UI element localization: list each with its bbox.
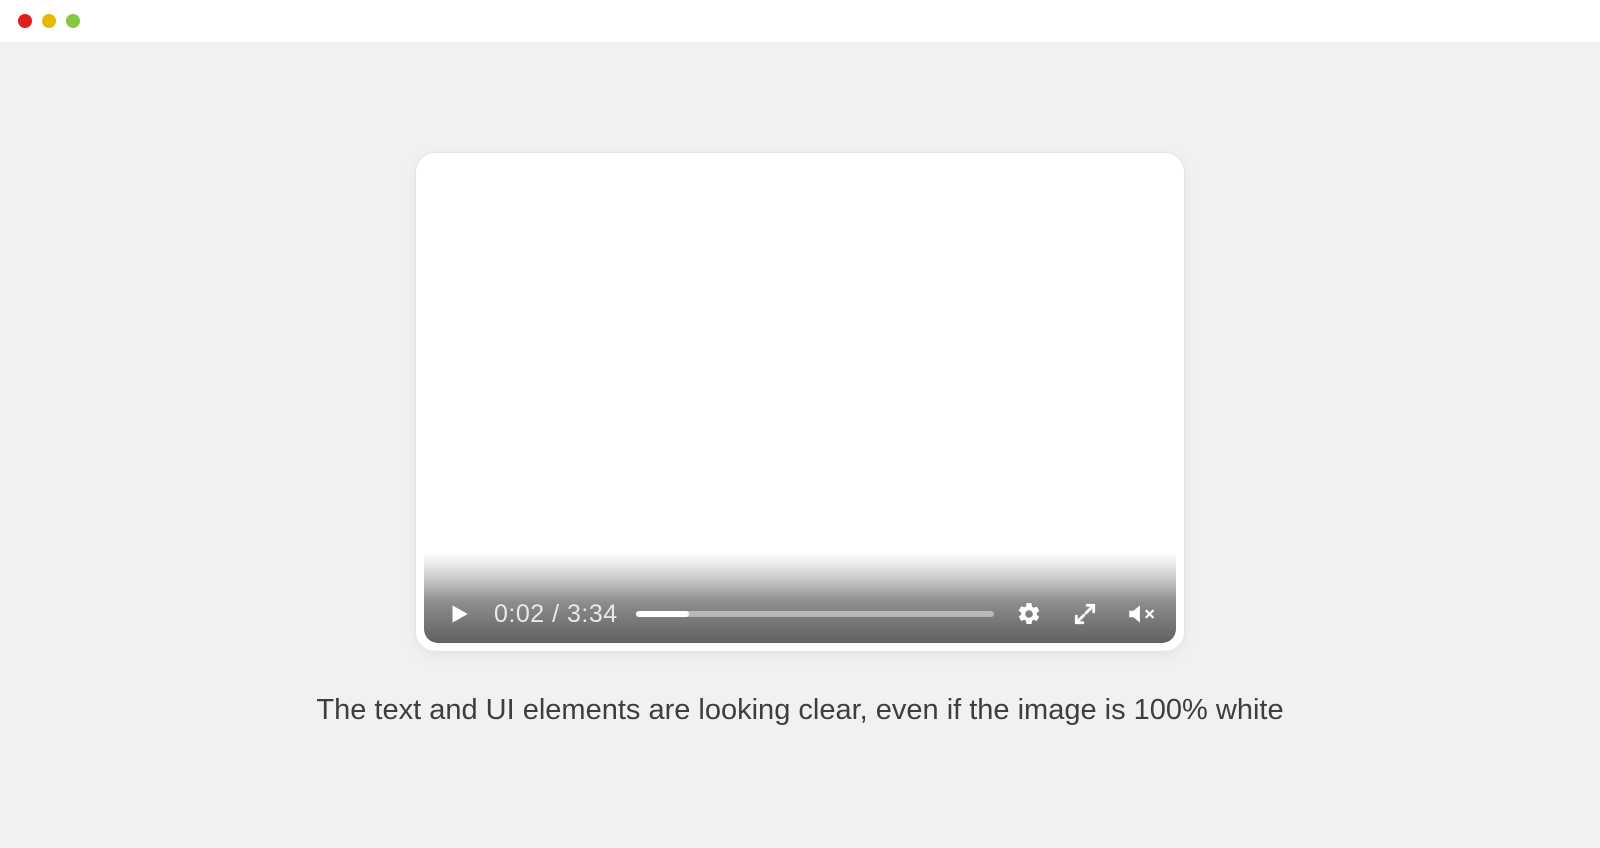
- window-close-button[interactable]: [18, 14, 32, 28]
- current-time: 0:02: [494, 600, 545, 628]
- timecode: 0:02 / 3:34: [494, 600, 618, 629]
- right-controls: [1012, 597, 1158, 631]
- play-button[interactable]: [442, 597, 476, 631]
- volume-muted-icon: [1126, 601, 1156, 627]
- play-icon: [446, 601, 472, 627]
- mute-button[interactable]: [1124, 597, 1158, 631]
- duration: 3:34: [567, 600, 618, 628]
- video-canvas[interactable]: 0:02 / 3:34: [424, 161, 1176, 643]
- controls-overlay: 0:02 / 3:34: [424, 553, 1176, 643]
- fullscreen-button[interactable]: [1068, 597, 1102, 631]
- progress-fill: [636, 611, 690, 617]
- page-body: 0:02 / 3:34: [0, 42, 1600, 848]
- settings-button[interactable]: [1012, 597, 1046, 631]
- window-titlebar: [0, 0, 1600, 42]
- video-player: 0:02 / 3:34: [415, 152, 1185, 652]
- window-minimize-button[interactable]: [42, 14, 56, 28]
- caption-text: The text and UI elements are looking cle…: [316, 694, 1283, 727]
- gear-icon: [1016, 601, 1042, 627]
- time-separator: /: [545, 600, 567, 628]
- window-maximize-button[interactable]: [66, 14, 80, 28]
- fullscreen-icon: [1072, 601, 1098, 627]
- progress-bar[interactable]: [636, 611, 994, 617]
- controls-bar: 0:02 / 3:34: [424, 597, 1176, 643]
